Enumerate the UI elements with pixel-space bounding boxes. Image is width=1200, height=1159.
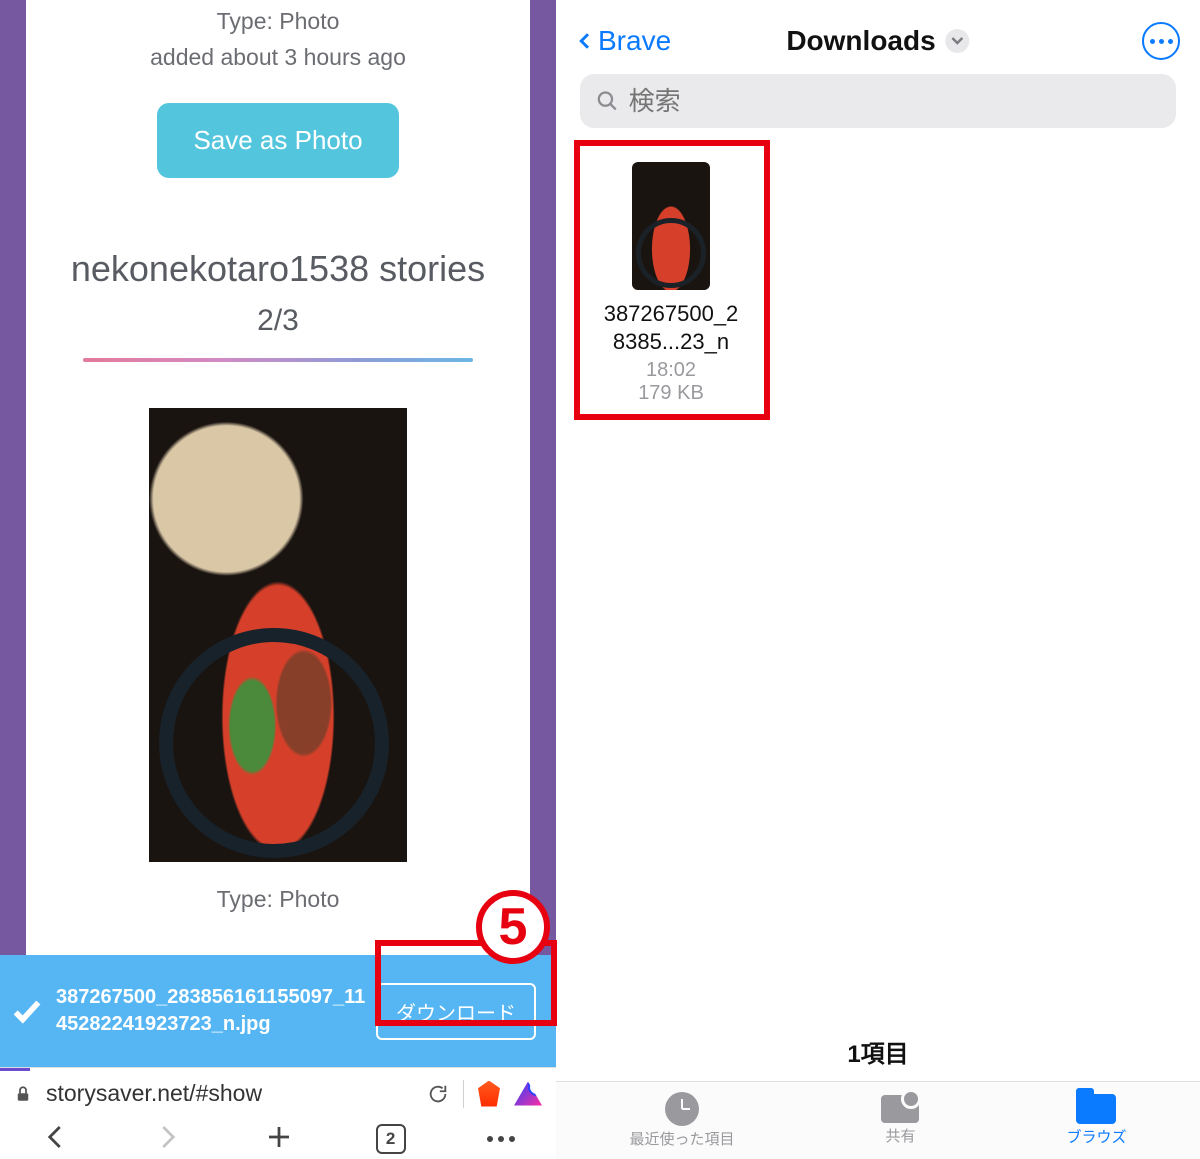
file-name-line1: 387267500_2 [586, 300, 756, 328]
story-image[interactable] [149, 408, 407, 862]
stories-counter: 2/3 [257, 304, 299, 338]
file-size: 179 KB [586, 382, 756, 405]
checkmark-icon [10, 994, 44, 1028]
tab-recent[interactable]: 最近使った項目 [629, 1092, 734, 1149]
brave-icon[interactable] [478, 1081, 500, 1107]
type-label-2: Type: Photo [217, 886, 340, 913]
stories-title: nekonekotaro1538 stories [71, 248, 485, 290]
tab-share[interactable]: 共有 [881, 1095, 919, 1146]
chevron-left-icon [576, 26, 594, 56]
tab-share-label: 共有 [885, 1125, 915, 1146]
gradient-divider [83, 358, 473, 362]
page-load-progress [0, 1068, 30, 1071]
url-text: storysaver.net/#show [46, 1080, 413, 1107]
download-bar: 387267500_283856161155097_11452822419237… [0, 955, 556, 1067]
download-filename: 387267500_283856161155097_11452822419237… [56, 984, 366, 1038]
page-title: Downloads [786, 25, 935, 57]
share-icon [881, 1095, 919, 1123]
type-label: Type: Photo [150, 4, 406, 40]
browser-toolbar: 2 [0, 1119, 556, 1159]
search-field[interactable] [580, 74, 1176, 128]
new-tab-button[interactable] [264, 1122, 294, 1157]
file-name-line2: 8385...23_n [586, 328, 756, 356]
search-icon [596, 89, 619, 113]
tab-browse[interactable]: ブラウズ [1066, 1094, 1126, 1147]
url-bar[interactable]: storysaver.net/#show [0, 1067, 556, 1119]
added-label: added about 3 hours ago [150, 40, 406, 76]
tab-recent-label: 最近使った項目 [629, 1128, 734, 1149]
back-link[interactable]: Brave [576, 25, 671, 57]
folder-icon [1076, 1094, 1116, 1124]
chevron-down-icon [952, 37, 964, 45]
search-input[interactable] [629, 86, 1160, 117]
back-button[interactable] [41, 1122, 71, 1157]
story-card: Type: Photo added about 3 hours ago Save… [26, 0, 530, 997]
save-as-photo-button[interactable]: Save as Photo [157, 103, 398, 178]
back-label: Brave [598, 25, 671, 57]
tab-bar: 最近使った項目 共有 ブラウズ [556, 1081, 1200, 1159]
tab-browse-label: ブラウズ [1066, 1126, 1126, 1147]
lock-icon [14, 1085, 32, 1103]
reload-icon[interactable] [427, 1083, 449, 1105]
file-time: 18:02 [586, 359, 756, 382]
forward-button [152, 1122, 182, 1157]
separator [463, 1080, 464, 1108]
item-count: 1項目 [556, 1034, 1200, 1069]
clock-icon [665, 1092, 699, 1126]
download-button[interactable]: ダウンロード [376, 983, 536, 1040]
menu-button[interactable] [487, 1136, 515, 1142]
file-thumbnail [632, 162, 710, 290]
tab-count-button[interactable]: 2 [376, 1124, 406, 1154]
more-button[interactable] [1142, 22, 1180, 60]
file-item[interactable]: 387267500_2 8385...23_n 18:02 179 KB [586, 148, 756, 405]
extension-icon[interactable] [514, 1082, 542, 1106]
title-dropdown[interactable] [946, 29, 970, 53]
